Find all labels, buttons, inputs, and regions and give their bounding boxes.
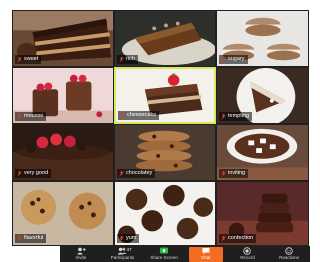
reactions-button[interactable]: Reactions (272, 247, 306, 262)
participant-name-tag: chocolatey (117, 169, 156, 178)
participant-name: mousse (24, 113, 44, 119)
smiley-icon (285, 247, 293, 255)
mic-muted-icon (119, 235, 124, 242)
participant-name: chocolatey (126, 170, 153, 176)
mic-muted-icon (119, 170, 124, 177)
participant-tile[interactable]: chocolatey (114, 124, 216, 181)
participant-name: very good (24, 170, 49, 176)
participant-name-tag: sweet (15, 55, 42, 64)
participant-name: inviting (228, 170, 246, 176)
mic-muted-icon (119, 56, 124, 63)
chat-button[interactable]: Chat (188, 247, 223, 262)
chat-label: Chat (201, 255, 211, 260)
participants-count: 47 (126, 247, 132, 252)
participants-label: Participants (110, 255, 135, 260)
participant-tile-active-speaker[interactable]: cheesecake (114, 67, 216, 124)
participant-name: flavorful (24, 235, 44, 241)
share-screen-label: Share Screen (150, 255, 178, 260)
participant-tile[interactable]: confection (216, 181, 309, 246)
participant-tile[interactable]: rich (114, 10, 216, 67)
participant-name-tag: inviting (219, 169, 249, 178)
add-person-icon (76, 247, 86, 255)
share-screen-icon (160, 247, 169, 254)
participant-tile[interactable]: yum (114, 181, 216, 246)
participant-tile[interactable]: tempting (216, 67, 309, 124)
mic-muted-icon (17, 56, 22, 63)
participant-name-tag: rich (117, 55, 138, 64)
participant-name-tag: mousse (15, 112, 47, 121)
participant-name: tempting (228, 113, 250, 119)
participant-name-tag: yum (117, 234, 140, 243)
video-call-window: sweet rich sugary mousse cheesecake temp… (0, 0, 310, 262)
mic-muted-icon (221, 113, 226, 120)
participant-name: cheesecake (127, 112, 157, 118)
mic-muted-icon (17, 235, 22, 242)
record-label: Record (240, 255, 255, 260)
mic-muted-icon (221, 235, 226, 242)
participant-tile[interactable]: sugary (216, 10, 309, 67)
chat-icon (202, 248, 210, 254)
participant-name-tag: sugary (219, 55, 248, 64)
share-screen-button[interactable]: Share Screen (147, 247, 181, 262)
participant-name: rich (126, 56, 135, 62)
participant-name-tag: flavorful (15, 234, 47, 243)
participants-button[interactable]: 47 Participants (105, 247, 139, 262)
participant-name-tag: cheesecake (118, 111, 160, 120)
reactions-label: Reactions (279, 255, 300, 260)
participant-tile[interactable]: very good (12, 124, 114, 181)
record-button[interactable]: Record (230, 247, 264, 262)
mic-muted-icon (221, 170, 226, 177)
participant-tile[interactable]: mousse (12, 67, 114, 124)
participant-tile[interactable]: flavorful (12, 181, 114, 246)
participant-tile[interactable]: sweet (12, 10, 114, 67)
participant-name-tag: very good (15, 169, 52, 178)
participant-tile[interactable]: inviting (216, 124, 309, 181)
mic-muted-icon (120, 112, 125, 119)
meeting-toolbar: Invite 47 Participants Share Screen Chat (60, 246, 310, 262)
invite-button[interactable]: Invite (64, 247, 98, 262)
participant-name: sweet (24, 56, 39, 62)
participant-name: sugary (228, 56, 245, 62)
invite-label: Invite (75, 255, 87, 260)
participant-name: yum (126, 235, 137, 241)
mic-muted-icon (221, 56, 226, 63)
mic-muted-icon (17, 170, 22, 177)
mic-muted-icon (17, 113, 22, 120)
participant-grid: sweet rich sugary mousse cheesecake temp… (12, 10, 309, 246)
participant-name: confection (228, 235, 254, 241)
record-icon (243, 247, 252, 255)
participant-name-tag: confection (219, 234, 257, 243)
participant-name-tag: tempting (219, 112, 253, 121)
